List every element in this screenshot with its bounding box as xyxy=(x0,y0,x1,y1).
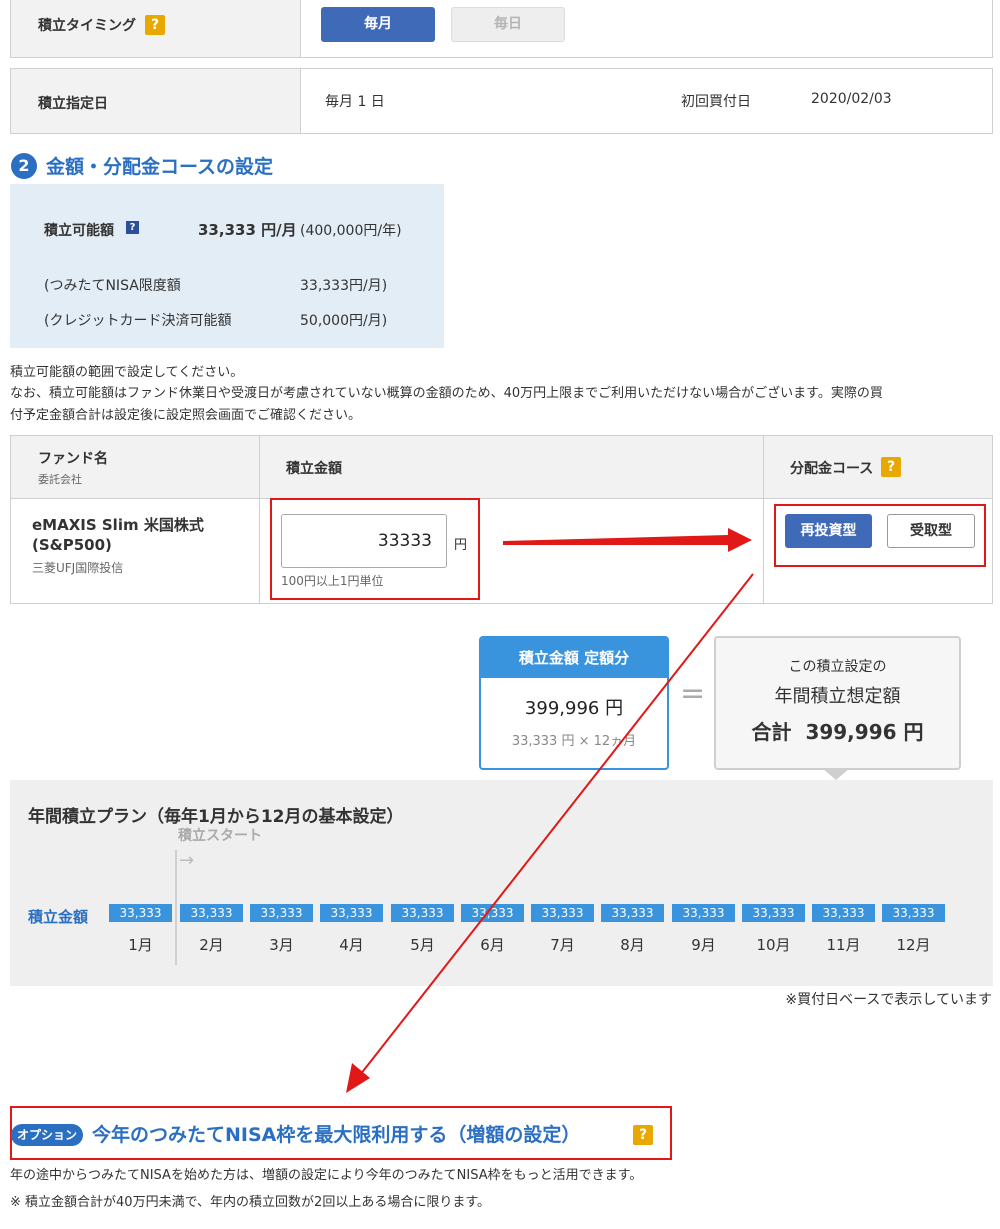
annotation-arrows xyxy=(346,528,754,1093)
arrow-to-option-icon xyxy=(346,573,754,1093)
arrow-to-course-icon xyxy=(503,528,752,552)
